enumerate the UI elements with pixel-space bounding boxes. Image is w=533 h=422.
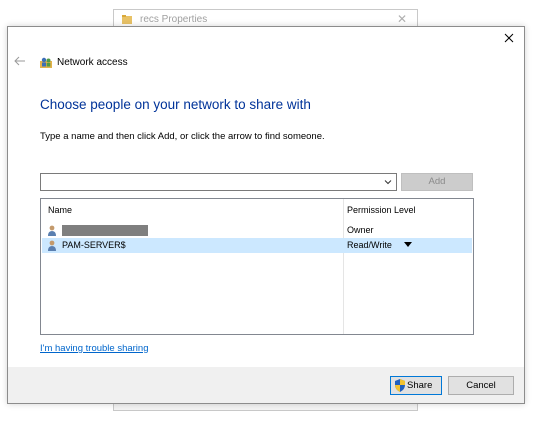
name-combobox[interactable] — [40, 173, 397, 191]
user-icon — [48, 240, 56, 251]
trouble-sharing-link[interactable]: I'm having trouble sharing — [40, 343, 149, 354]
permission-level[interactable]: Read/Write — [347, 240, 392, 250]
page-heading: Choose people on your network to share w… — [40, 97, 311, 112]
close-icon[interactable] — [501, 30, 517, 46]
share-button[interactable]: Share — [390, 376, 442, 395]
redacted-username — [62, 225, 148, 236]
back-arrow-icon[interactable] — [14, 55, 26, 67]
column-header-name[interactable]: Name — [48, 205, 72, 215]
network-access-dialog: Network access Choose people on your net… — [7, 26, 525, 404]
network-people-icon — [40, 57, 52, 68]
user-name: PAM-SERVER$ — [62, 240, 126, 250]
instructions-text: Type a name and then click Add, or click… — [40, 131, 325, 142]
user-icon — [48, 225, 56, 236]
folder-icon — [122, 15, 132, 24]
background-close-icon[interactable]: ✕ — [397, 12, 407, 26]
add-button[interactable]: Add — [401, 173, 473, 191]
share-button-label: Share — [407, 380, 433, 391]
table-row[interactable]: PAM-SERVER$ Read/Write — [42, 238, 472, 253]
dialog-title: Network access — [57, 57, 128, 68]
table-row[interactable]: Owner — [42, 223, 472, 238]
column-divider — [343, 199, 344, 334]
permission-level: Owner — [347, 225, 374, 235]
sharing-list: Name Permission Level Owner PAM-SERVER$ … — [40, 198, 474, 335]
cancel-button[interactable]: Cancel — [448, 376, 514, 395]
dialog-footer: Share Cancel — [8, 367, 524, 403]
uac-shield-icon — [395, 379, 405, 392]
background-window-title: recs Properties — [140, 14, 208, 25]
column-header-permission[interactable]: Permission Level — [347, 205, 416, 215]
permission-dropdown-icon[interactable] — [404, 242, 412, 248]
chevron-down-icon[interactable] — [382, 176, 394, 188]
